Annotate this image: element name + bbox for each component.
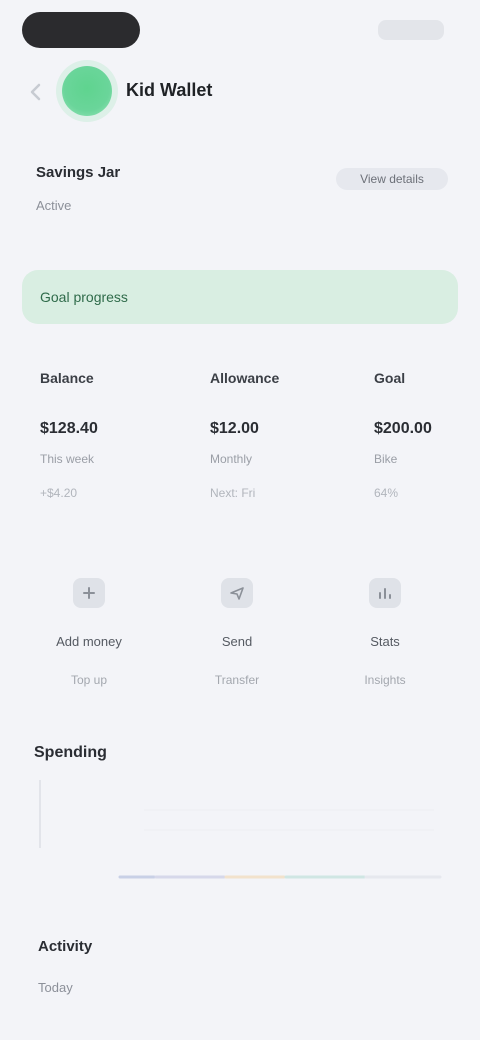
page-title: Kid Wallet [126,80,213,100]
view-details-button[interactable]: View details [336,168,448,190]
section-title: Spending [34,744,107,761]
goal-banner[interactable]: Goal progress [22,270,458,324]
quick-action-add-money[interactable]: Add money Top up [44,578,134,698]
spending-chart [34,780,444,890]
stat-heading: Goal [374,370,406,386]
quick-action-sub: Insights [364,673,406,687]
quick-action-sub: Transfer [214,673,260,687]
activity-title: Activity [38,938,93,955]
status-bar-pill [22,12,140,48]
account-name: Savings Jar [36,164,121,181]
quick-action-stats[interactable]: Stats Insights [340,578,430,698]
stat-heading: Balance [40,370,94,386]
quick-action-label: Send [221,634,253,649]
chevron-left-icon[interactable] [26,82,46,102]
stat-sub: Monthly [210,452,253,466]
account-status: Active [36,198,72,213]
stat-sub: Bike [374,452,398,466]
spending-chart-svg [39,780,442,879]
stat-tiny: 64% [374,486,399,500]
quick-action-label: Add money [56,634,122,649]
quick-action-label: Stats [370,634,400,649]
quick-action-send[interactable]: Send Transfer [192,578,282,698]
plus-icon [73,578,105,608]
stat-value: $128.40 [40,420,98,437]
status-bar-right [378,20,444,40]
quick-action-sub: Top up [70,673,108,687]
stat-tiny: +$4.20 [40,486,78,500]
chart-icon [369,578,401,608]
stat-tiny: Next: Fri [210,486,256,500]
send-icon [221,578,253,608]
avatar [62,66,112,116]
activity-sub: Today [38,980,73,995]
stat-value: $12.00 [210,420,259,437]
stat-heading: Allowance [210,370,280,386]
stat-value: $200.00 [374,420,432,437]
stat-sub: This week [40,452,95,466]
